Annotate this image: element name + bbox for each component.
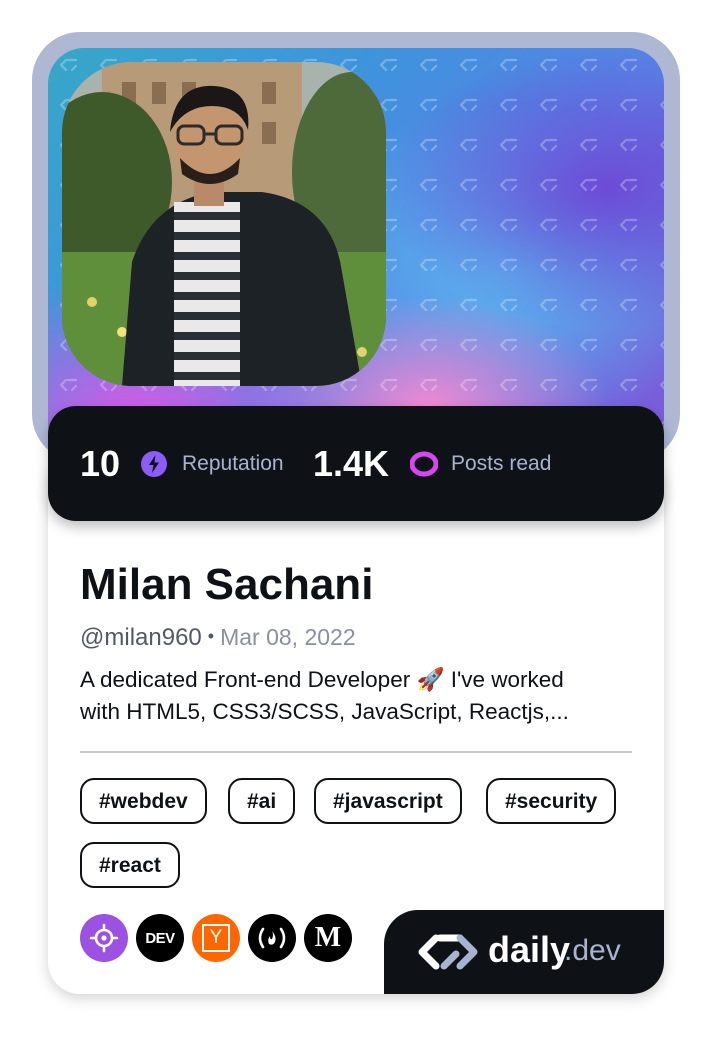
profile-meta: @milan960 • Mar 08, 2022 [80,624,356,652]
separator-dot: • [207,626,215,646]
posts-read-eye-icon [410,451,438,477]
crosshair-icon[interactable] [80,914,128,962]
brand-daily-text: daily [488,929,571,970]
bio-line-2: with HTML5, CSS3/SCSS, JavaScript, React… [80,699,569,724]
medium-icon-label: M [314,922,342,953]
reputation-label: Reputation [182,452,284,475]
tag-ai[interactable]: #ai [228,778,296,824]
stats-bar: 10 Reputation 1.4K Posts read [48,406,664,521]
divider [80,751,632,753]
profile-handle: @milan960 [80,624,202,651]
joined-date: Mar 08, 2022 [220,624,356,650]
hackernews-icon[interactable]: Y [192,914,240,962]
freecodecamp-icon[interactable] [248,914,296,962]
reputation-value: 10 [80,443,121,484]
posts-read-label: Posts read [451,452,552,475]
profile-bio: A dedicated Front-end Developer 🚀 I've w… [80,664,620,728]
dev-icon[interactable]: DEV [136,914,184,962]
medium-icon[interactable]: M [304,914,352,962]
avatar [62,62,386,386]
brand-dev-text: .dev [564,934,621,967]
bio-line-1: A dedicated Front-end Developer 🚀 I've w… [80,667,564,692]
tag-webdev[interactable]: #webdev [80,778,207,824]
profile-name: Milan Sachani [80,560,374,609]
reputation-bolt-icon [141,451,167,477]
tag-security[interactable]: #security [486,778,617,824]
tag-javascript[interactable]: #javascript [314,778,462,824]
posts-read-value: 1.4K [313,443,390,484]
dev-icon-label: DEV [145,929,175,947]
daily-dev-brand: daily .dev [384,910,664,994]
hackernews-icon-label: Y [209,927,223,948]
tag-react[interactable]: #react [80,842,180,888]
daily-dev-logo-icon [418,934,478,970]
